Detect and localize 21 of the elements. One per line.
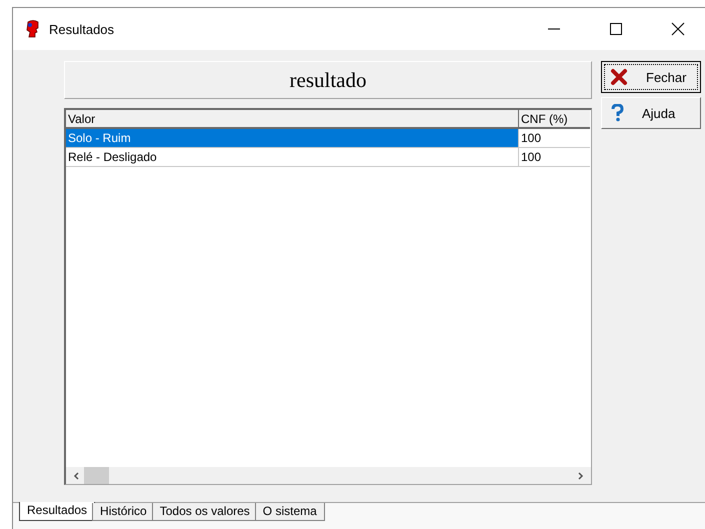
table-cell[interactable]: Relé - Desligado [66,148,519,167]
scroll-thumb[interactable] [84,467,109,484]
tab[interactable]: Histórico [92,503,155,521]
tab[interactable]: Resultados [19,502,96,521]
action-button[interactable]: Fechar [601,61,701,93]
column-header[interactable]: CNF (%) [519,110,590,129]
maximize-icon[interactable] [609,22,623,36]
table-cell[interactable]: 100 [519,148,590,167]
tab[interactable]: Todos os valores [152,503,258,521]
table-cell[interactable]: Solo - Ruim [66,129,519,148]
app-icon [25,20,41,38]
question-mark-icon [610,104,624,122]
horizontal-scrollbar[interactable] [66,467,591,484]
close-icon [610,68,628,86]
close-icon[interactable] [671,22,685,36]
table-cell[interactable]: 100 [519,129,590,148]
header-title: resultado [290,68,366,92]
action-button[interactable]: Ajuda [601,97,701,129]
column-header[interactable]: Valor [66,110,519,129]
window-title: Resultados [49,22,114,36]
tab[interactable]: O sistema [254,503,325,521]
